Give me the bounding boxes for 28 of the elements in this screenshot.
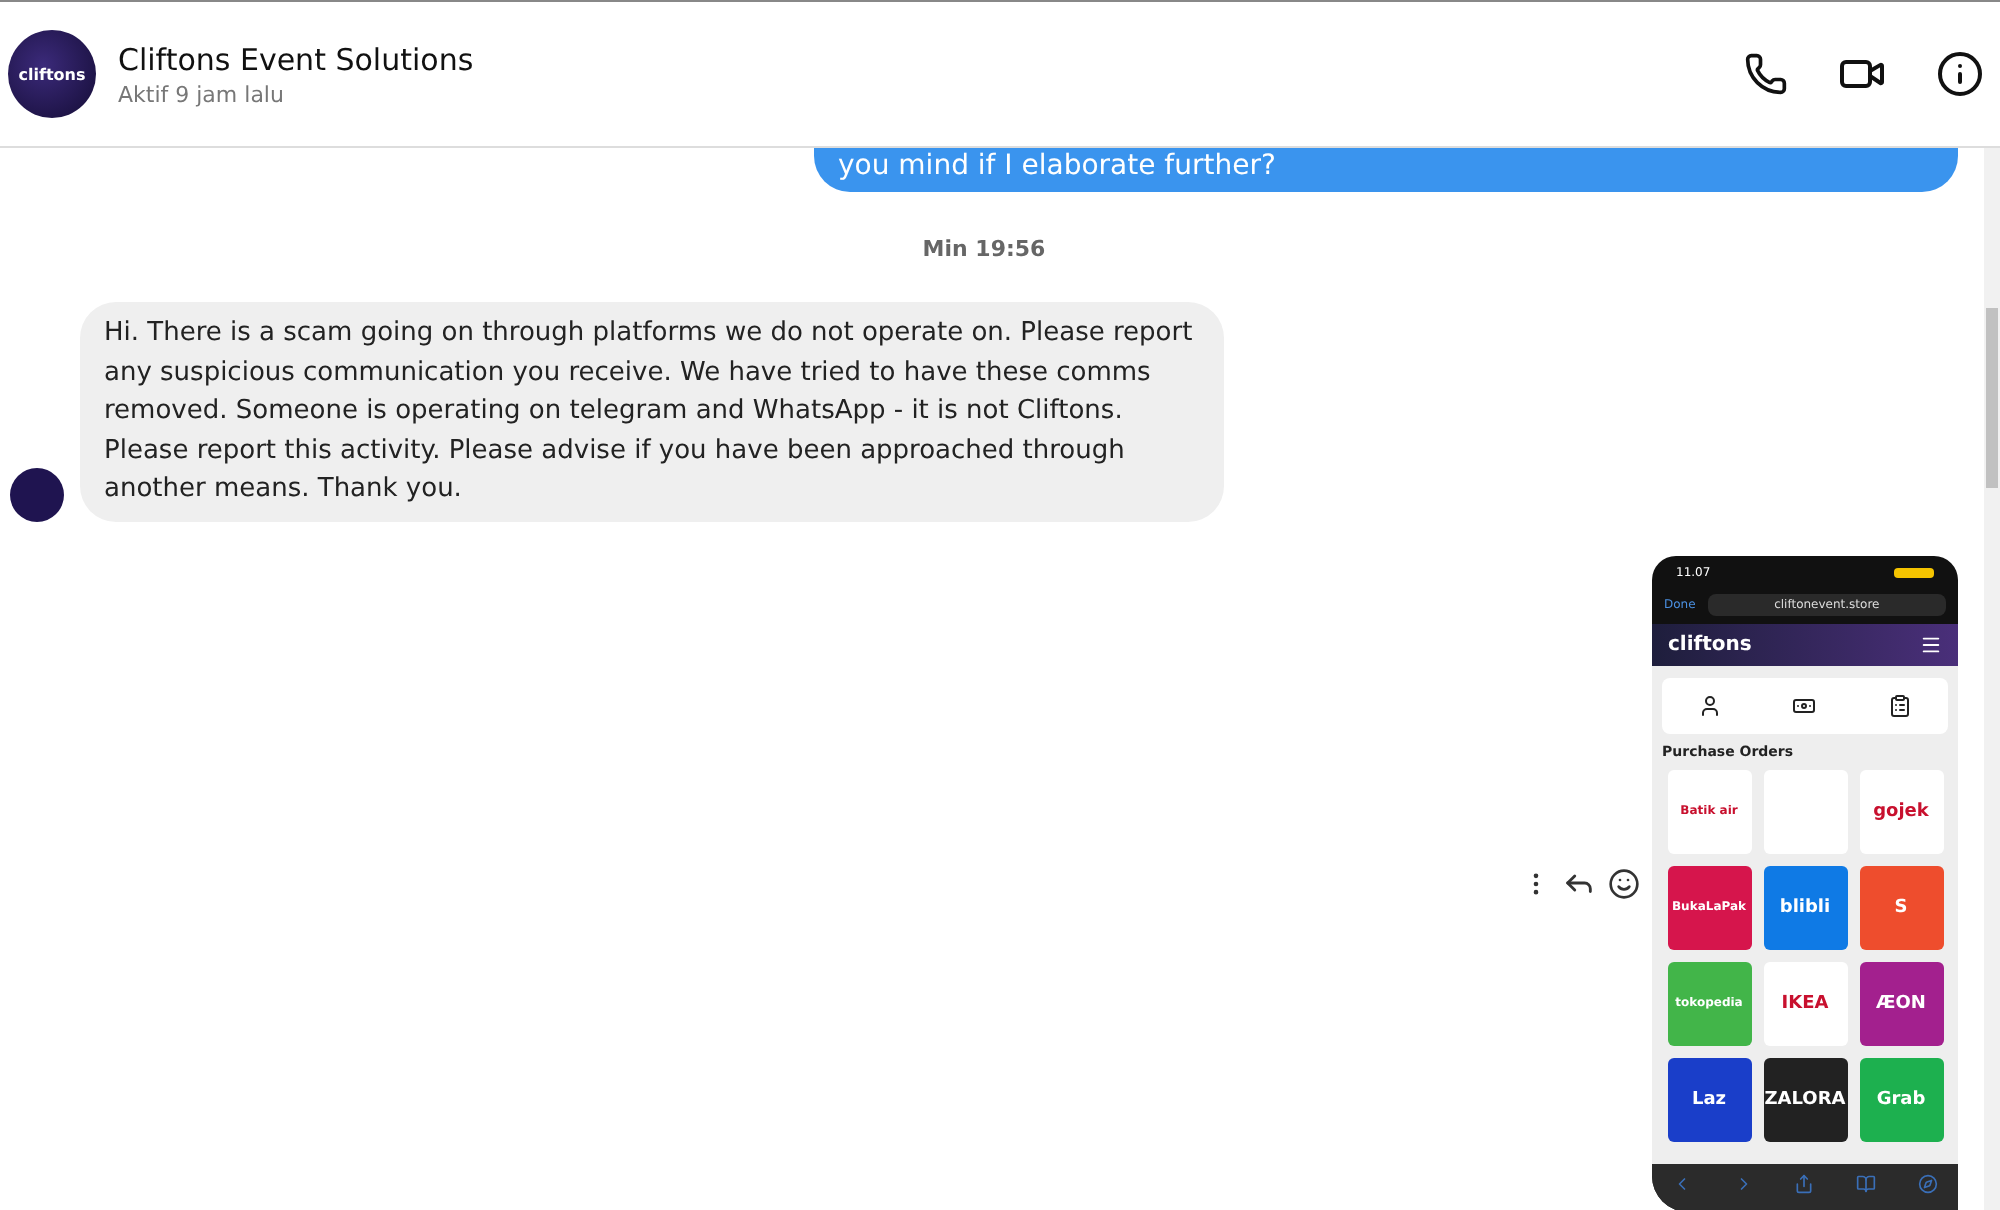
message-timestamp: Min 19:56: [922, 236, 1046, 262]
menu-icon: [1920, 633, 1942, 655]
sent-message: you mind if I elaborate further?: [814, 148, 1958, 192]
scrollbar[interactable]: [1984, 148, 2000, 1210]
store-tile: Laz: [1667, 1057, 1751, 1141]
share-icon: [1794, 1173, 1815, 1193]
received-message: Hi. There is a scam going on through platforms we do not operate on. Please report any suspicious communication you receive. We have tried to have these comms removed. Someone is operating on telegram and WhatsApp - it is not Cliftons. Please report this activity. Please advise if you have been approached through another means. Thank you.: [80, 302, 1224, 521]
book-icon: [1856, 1173, 1877, 1193]
avatar-logo-text: cliftons: [18, 65, 86, 83]
store-tile: ZALORA: [1763, 1057, 1847, 1141]
call-button[interactable]: [1744, 52, 1788, 96]
clipboard-icon: [1888, 693, 1913, 717]
contact-status: Aktif 9 jam lalu: [118, 81, 286, 107]
store-tile: IKEA: [1763, 961, 1847, 1045]
contact-name: Cliftons Event Solutions: [118, 41, 476, 77]
store-tile: Grab: [1859, 1057, 1943, 1141]
sender-avatar: [10, 467, 64, 521]
profile-icon: [1697, 693, 1722, 717]
store-tile: blibli: [1763, 865, 1847, 949]
store-tile: gojek: [1859, 769, 1943, 853]
site-logo: cliftons: [1668, 633, 1752, 655]
info-button[interactable]: [1936, 50, 1984, 98]
money-icon: [1792, 693, 1817, 717]
store-tile: S: [1859, 865, 1943, 949]
scrollbar-thumb[interactable]: [1986, 308, 1998, 488]
compass-icon: [1917, 1173, 1938, 1193]
smile-icon[interactable]: [1608, 867, 1640, 899]
store-tile: ÆON: [1859, 961, 1943, 1045]
